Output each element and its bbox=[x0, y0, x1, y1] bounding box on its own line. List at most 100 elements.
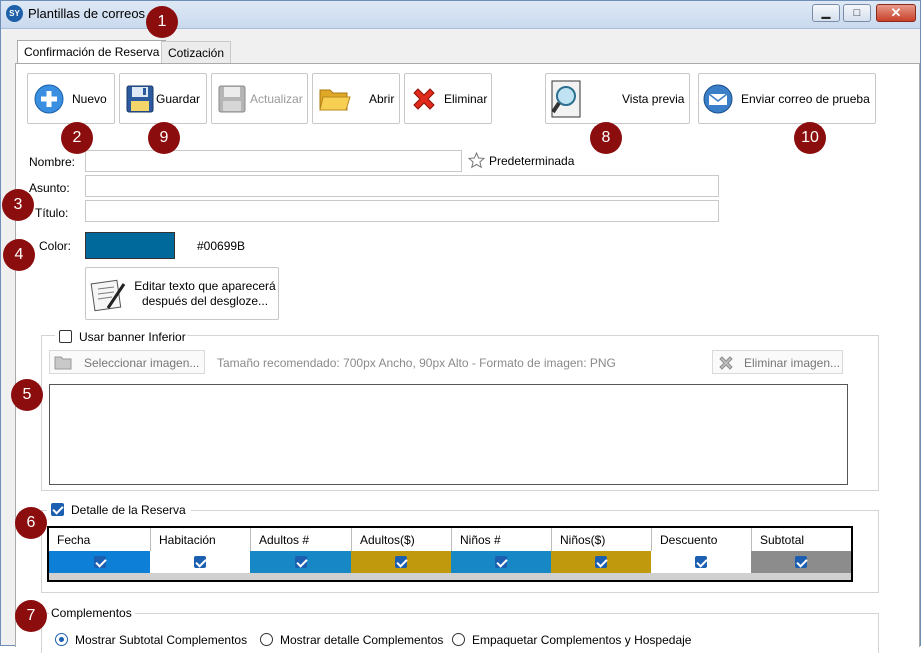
column-checkbox[interactable] bbox=[595, 556, 607, 568]
column-checkbox[interactable] bbox=[194, 556, 206, 568]
grid-cell bbox=[751, 551, 851, 573]
annotation-badge: 3 bbox=[2, 189, 34, 221]
annotation-badge: 8 bbox=[590, 122, 622, 154]
send-test-email-label: Enviar correo de prueba bbox=[741, 92, 870, 106]
grid-cell bbox=[351, 551, 451, 573]
floppy-disk-disabled-icon bbox=[218, 85, 246, 113]
send-test-email-button[interactable]: Enviar correo de prueba bbox=[698, 73, 876, 124]
email-envelope-icon bbox=[703, 84, 733, 114]
grid-header: Fecha bbox=[49, 528, 150, 551]
annotation-badge: 4 bbox=[3, 239, 35, 271]
radio-mostrar-detalle[interactable] bbox=[260, 633, 273, 646]
floppy-disk-icon bbox=[126, 85, 154, 113]
column-checkbox[interactable] bbox=[495, 556, 507, 568]
column-checkbox[interactable] bbox=[395, 556, 407, 568]
app-window: SY Plantillas de correos ▁ □ ✕ Confirmac… bbox=[0, 0, 921, 653]
select-image-button[interactable]: Seleccionar imagen... bbox=[49, 350, 205, 374]
grid-cell bbox=[150, 551, 250, 573]
detalle-grid: Fecha Habitación Adultos # Adultos($) Ni… bbox=[47, 526, 853, 582]
radio-mostrar-subtotal-label: Mostrar Subtotal Complementos bbox=[75, 633, 248, 647]
document-pen-icon bbox=[90, 279, 126, 312]
detalle-checkbox-label: Detalle de la Reserva bbox=[71, 503, 186, 517]
nombre-input[interactable] bbox=[85, 150, 462, 172]
grid-cell bbox=[250, 551, 351, 573]
new-button[interactable]: Nuevo bbox=[27, 73, 115, 124]
red-x-icon bbox=[413, 88, 435, 110]
edit-footer-text-button[interactable]: Editar texto que aparecerá después del d… bbox=[85, 267, 279, 320]
grid-header: Adultos # bbox=[250, 528, 351, 551]
column-checkbox[interactable] bbox=[294, 556, 307, 568]
open-button[interactable]: Abrir bbox=[312, 73, 400, 124]
new-button-label: Nuevo bbox=[72, 92, 107, 106]
window-title: Plantillas de correos bbox=[28, 6, 146, 21]
delete-button-label: Eliminar bbox=[444, 92, 488, 106]
maximize-button[interactable]: □ bbox=[843, 4, 871, 22]
grid-footer-strip bbox=[49, 573, 851, 580]
grid-header: Descuento bbox=[651, 528, 751, 551]
minimize-button[interactable]: ▁ bbox=[812, 4, 840, 22]
grid-cell bbox=[49, 551, 150, 573]
asunto-label: Asunto: bbox=[29, 181, 70, 195]
grid-cell bbox=[451, 551, 551, 573]
color-hex-value: #00699B bbox=[197, 239, 246, 253]
annotation-badge: 10 bbox=[794, 122, 826, 154]
save-button[interactable]: Guardar bbox=[119, 73, 207, 124]
x-disabled-icon bbox=[719, 356, 733, 370]
app-logo-icon: SY bbox=[6, 5, 23, 22]
banner-checkbox[interactable] bbox=[59, 330, 72, 343]
delete-image-button[interactable]: Eliminar imagen... bbox=[712, 350, 843, 374]
close-button[interactable]: ✕ bbox=[876, 4, 916, 22]
column-checkbox[interactable] bbox=[795, 556, 807, 568]
grid-cell bbox=[551, 551, 651, 573]
banner-checkbox-label: Usar banner Inferior bbox=[79, 330, 186, 344]
grid-header: Habitación bbox=[150, 528, 250, 551]
minimize-icon: ▁ bbox=[821, 7, 831, 19]
title-bar: SY Plantillas de correos ▁ □ ✕ bbox=[1, 1, 920, 29]
folder-disabled-icon bbox=[54, 356, 72, 370]
column-checkbox[interactable] bbox=[695, 556, 707, 568]
grid-header: Niños # bbox=[451, 528, 551, 551]
annotation-badge: 2 bbox=[61, 122, 93, 154]
preview-button[interactable]: Vista previa bbox=[545, 73, 690, 124]
star-icon[interactable] bbox=[468, 152, 485, 169]
annotation-badge: 5 bbox=[11, 379, 43, 411]
asunto-input[interactable] bbox=[85, 175, 719, 197]
banner-image-preview bbox=[49, 384, 848, 485]
open-button-label: Abrir bbox=[369, 92, 395, 106]
radio-empaquetar-label: Empaquetar Complementos y Hospedaje bbox=[472, 633, 692, 647]
update-button[interactable]: Actualizar bbox=[211, 73, 308, 124]
tab-confirmacion-reserva[interactable]: Confirmación de Reserva bbox=[17, 40, 167, 64]
annotation-badge: 6 bbox=[15, 507, 47, 539]
column-checkbox[interactable] bbox=[93, 556, 106, 568]
annotation-badge: 1 bbox=[146, 6, 178, 38]
nombre-label: Nombre: bbox=[29, 155, 76, 169]
folder-open-icon bbox=[319, 89, 351, 111]
close-icon: ✕ bbox=[890, 5, 902, 20]
complementos-label: Complementos bbox=[49, 606, 135, 620]
edit-footer-text-label: Editar texto que aparecerá después del d… bbox=[134, 279, 276, 308]
titulo-input[interactable] bbox=[85, 200, 719, 222]
banner-hint: Tamaño recomendado: 700px Ancho, 90px Al… bbox=[217, 356, 616, 370]
grid-header: Subtotal bbox=[751, 528, 851, 551]
preview-button-label: Vista previa bbox=[622, 92, 685, 106]
grid-header: Adultos($) bbox=[351, 528, 451, 551]
color-label: Color: bbox=[39, 239, 72, 253]
update-button-label: Actualizar bbox=[250, 92, 303, 106]
radio-empaquetar[interactable] bbox=[452, 633, 465, 646]
magnifier-document-icon bbox=[551, 80, 581, 118]
maximize-icon: □ bbox=[853, 7, 861, 19]
plus-circle-icon bbox=[34, 84, 64, 114]
save-button-label: Guardar bbox=[156, 92, 201, 106]
predeterminada-label: Predeterminada bbox=[489, 154, 575, 168]
detalle-checkbox[interactable] bbox=[51, 503, 64, 516]
annotation-badge: 7 bbox=[15, 600, 47, 632]
radio-mostrar-subtotal[interactable] bbox=[55, 633, 68, 646]
delete-button[interactable]: Eliminar bbox=[404, 73, 492, 124]
grid-header: Niños($) bbox=[551, 528, 651, 551]
select-image-label: Seleccionar imagen... bbox=[84, 356, 200, 370]
titulo-label: Título: bbox=[35, 206, 69, 220]
grid-cell bbox=[651, 551, 751, 573]
tab-cotizacion[interactable]: Cotización bbox=[161, 41, 232, 63]
delete-image-label: Eliminar imagen... bbox=[744, 356, 841, 370]
color-swatch[interactable] bbox=[85, 232, 175, 259]
